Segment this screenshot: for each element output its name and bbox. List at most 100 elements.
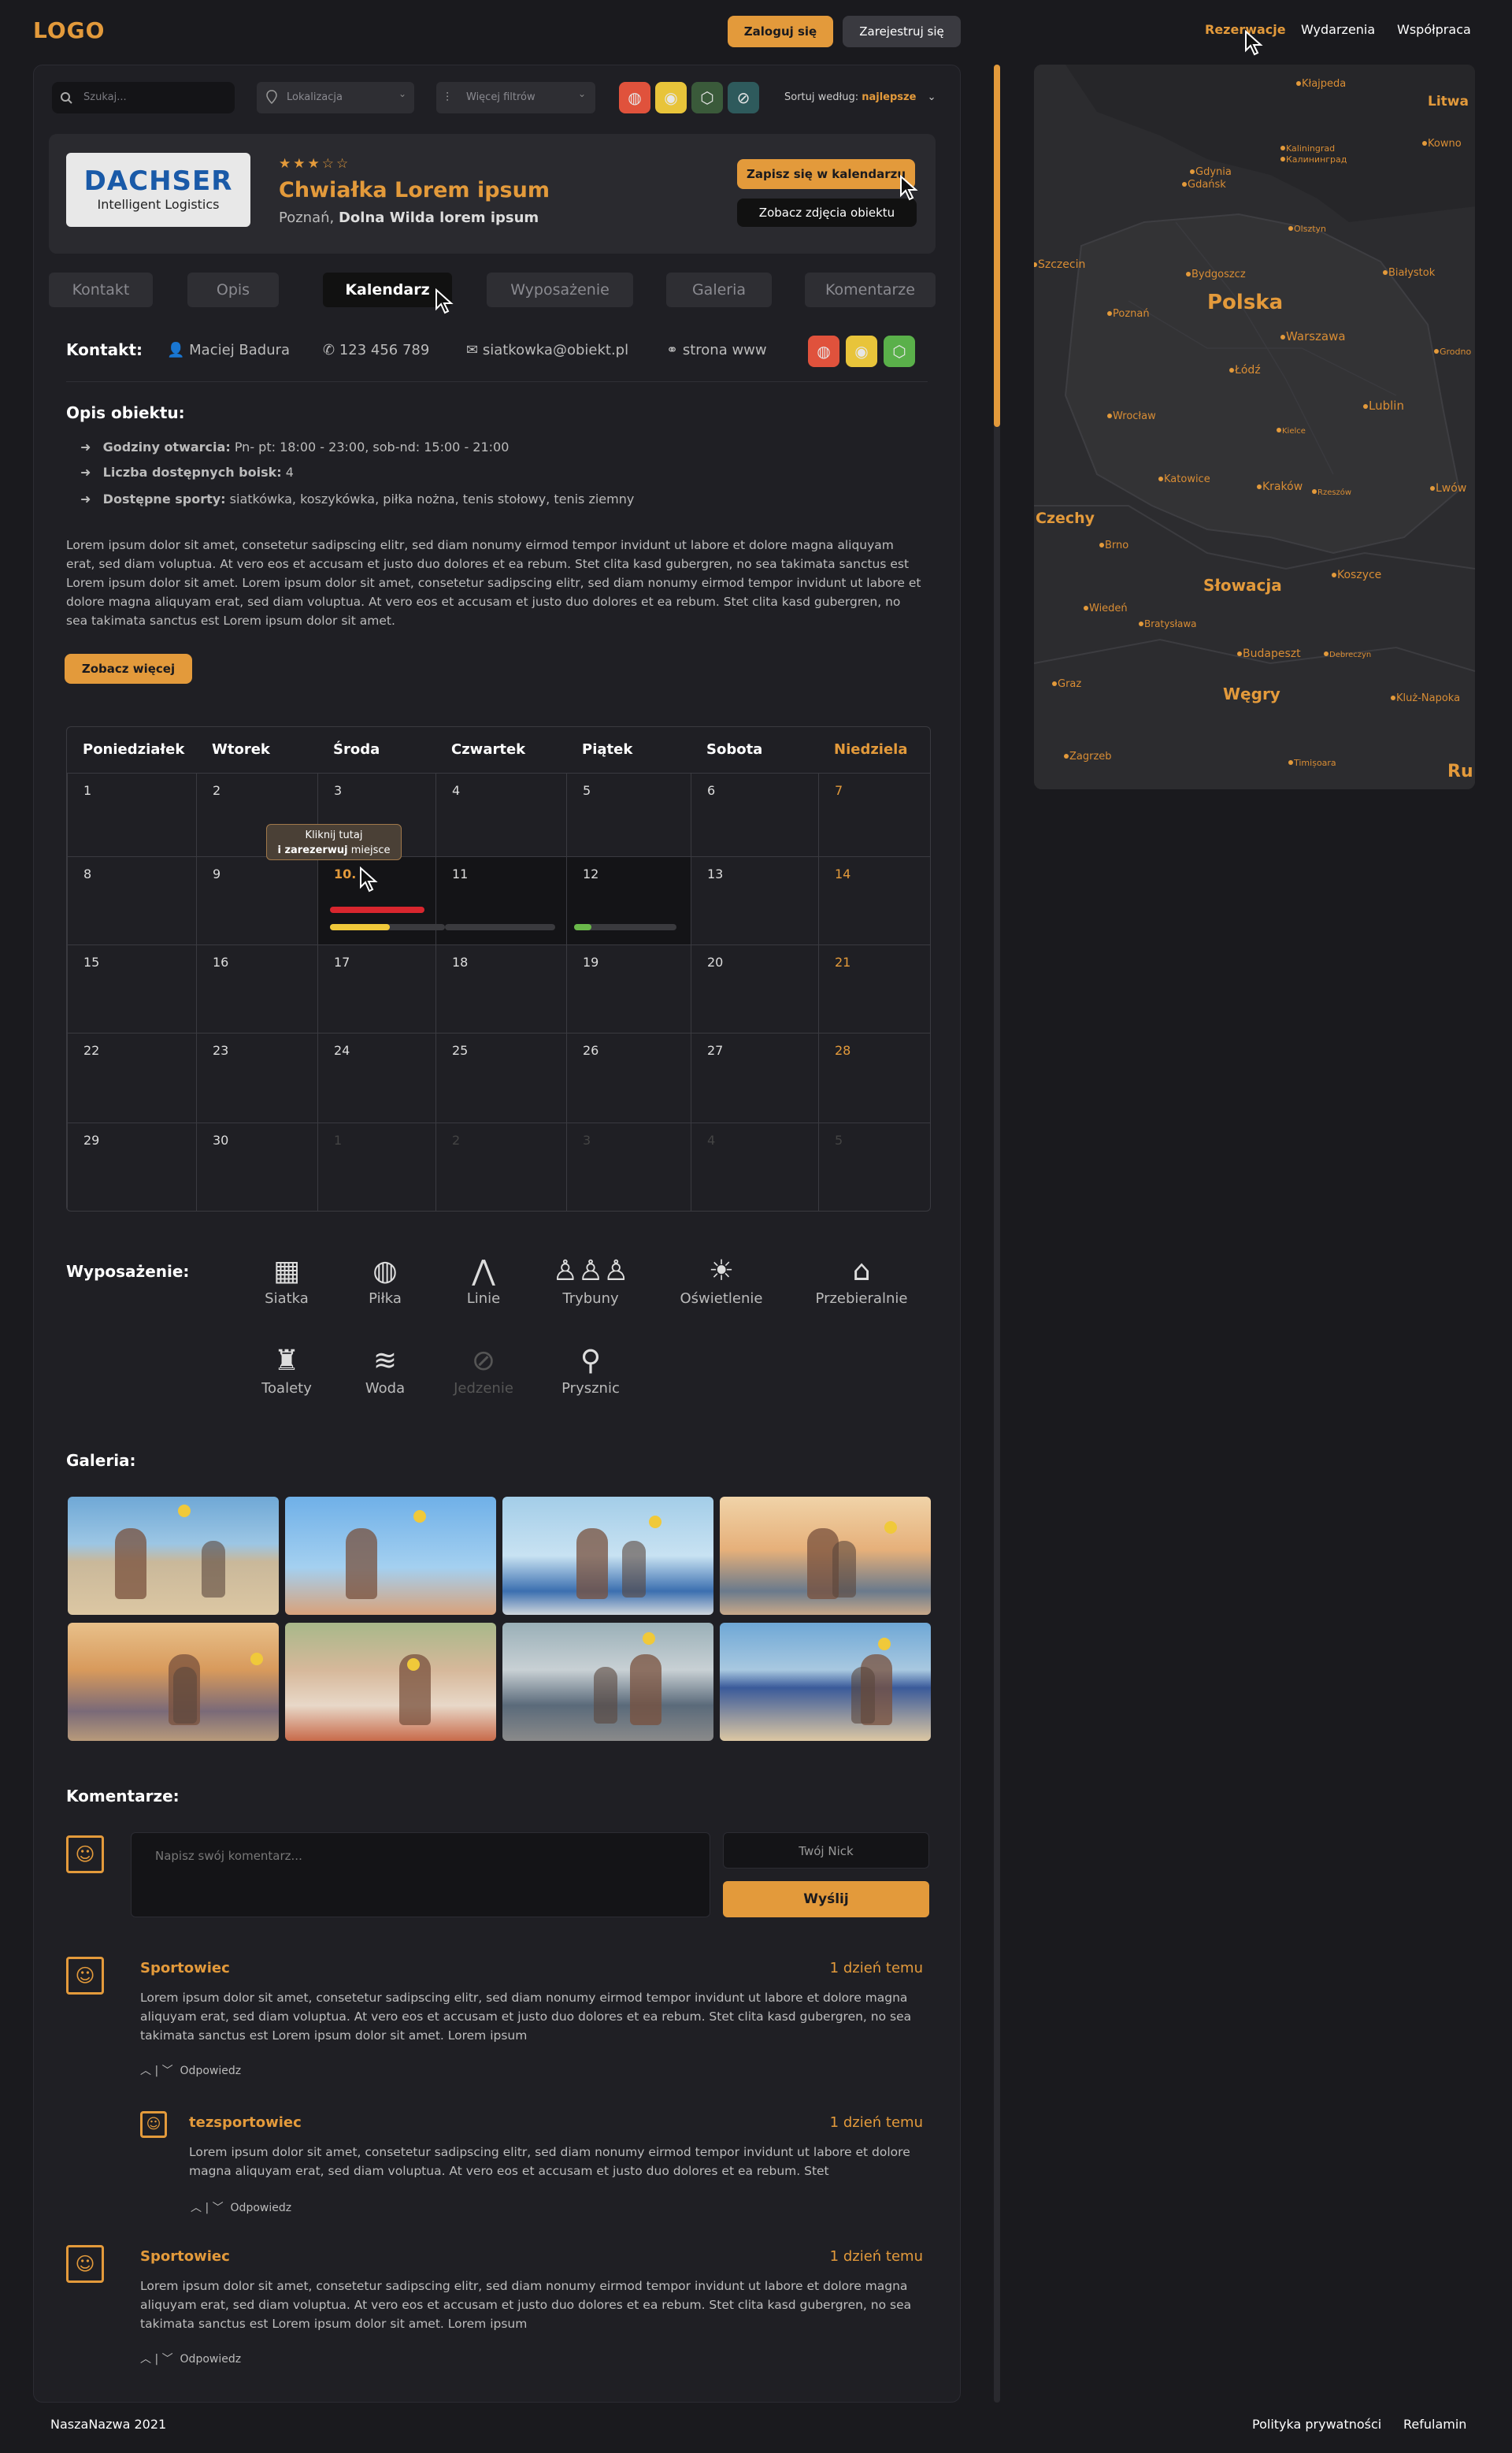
calendar-day[interactable]: 9 — [196, 856, 317, 944]
map-city-dot — [1139, 622, 1143, 626]
map-label: Budapeszt — [1243, 648, 1301, 660]
nick-input[interactable]: Twój Nick — [723, 1832, 929, 1869]
view-photos-button[interactable]: Zobacz zdjęcia obiektu — [737, 199, 917, 227]
sort-control[interactable]: Sortuj według: najlepsze ⌄ — [784, 82, 936, 113]
calendar-day[interactable]: 4 — [691, 1123, 818, 1211]
see-more-button[interactable]: Zobacz więcej — [65, 654, 192, 684]
calendar-day[interactable]: 12 — [566, 856, 691, 944]
equipment-item: ≋ Woda — [350, 1342, 421, 1397]
downvote-icon[interactable]: ﹀ — [162, 2065, 173, 2077]
tab-equipment[interactable]: Wyposażenie — [487, 273, 633, 307]
reply-link[interactable]: Odpowiedz — [231, 2202, 292, 2214]
nav-events[interactable]: Wydarzenia — [1301, 22, 1375, 37]
calendar-day[interactable]: 4 — [435, 773, 566, 856]
send-button[interactable]: Wyślij — [723, 1881, 929, 1917]
football-icon: ⬡ — [884, 336, 915, 367]
gallery-photo[interactable] — [285, 1623, 496, 1741]
register-button[interactable]: Zarejestruj się — [843, 16, 961, 47]
downvote-icon[interactable]: ﹀ — [213, 2202, 224, 2214]
gallery-photo[interactable] — [68, 1497, 279, 1615]
calendar-day[interactable]: 19 — [566, 944, 691, 1033]
logo-tagline: Intelligent Logistics — [97, 197, 220, 212]
calendar-day[interactable]: 3 — [566, 1123, 691, 1211]
gallery-photo[interactable] — [720, 1497, 931, 1615]
gallery-photo[interactable] — [502, 1497, 713, 1615]
tab-description[interactable]: Opis — [187, 273, 279, 307]
comment-actions: ︿ | ﹀ Odpowiedz — [191, 2202, 292, 2214]
calendar-day[interactable]: 14 — [818, 856, 930, 944]
calendar-day[interactable]: 5 — [566, 773, 691, 856]
comment-input[interactable]: Napisz swój komentarz... — [131, 1832, 710, 1917]
map[interactable]: Kłajpeda Litwa Kowno Kaliningrad Калининград… — [1034, 65, 1475, 789]
privacy-link[interactable]: Polityka prywatności — [1252, 2417, 1381, 2432]
tab-calendar[interactable]: Kalendarz — [323, 273, 452, 307]
calendar-day[interactable]: 1 — [317, 1123, 435, 1211]
comment-author[interactable]: Sportowiec — [140, 2248, 230, 2265]
calendar-day[interactable]: 16 — [196, 944, 317, 1033]
calendar-day[interactable]: 23 — [196, 1033, 317, 1123]
gallery-photo[interactable] — [68, 1623, 279, 1741]
gallery-photo[interactable] — [502, 1623, 713, 1741]
basketball-filter-icon[interactable]: ◍ — [619, 82, 650, 113]
calendar-day[interactable]: 29 — [67, 1123, 196, 1211]
search-input[interactable]: Szukaj... — [52, 82, 235, 113]
calendar-day[interactable]: 2 — [435, 1123, 566, 1211]
tab-contact[interactable]: Kontakt — [49, 273, 153, 307]
comment-author[interactable]: tezsportowiec — [189, 2114, 302, 2131]
calendar-day[interactable]: 26 — [566, 1033, 691, 1123]
tab-comments[interactable]: Komentarze — [805, 273, 936, 307]
logo[interactable]: LOGO — [33, 17, 105, 43]
contact-website[interactable]: ⚭ strona www — [666, 342, 767, 358]
player-figure — [832, 1541, 856, 1598]
calendar-day[interactable]: 27 — [691, 1033, 818, 1123]
map-canvas[interactable]: Kłajpeda Litwa Kowno KaliningradКалининград… — [1034, 65, 1475, 789]
user-icon: 👤 — [167, 342, 185, 358]
football-filter-icon[interactable]: ⬡ — [691, 82, 723, 113]
contact-phone[interactable]: ✆ 123 456 789 — [323, 342, 429, 358]
upvote-icon[interactable]: ︿ — [191, 2202, 202, 2214]
calendar-day[interactable]: 11 — [435, 856, 566, 944]
calendar-day[interactable]: 7 — [818, 773, 930, 856]
map-label: Kraków — [1262, 481, 1303, 493]
calendar-day[interactable]: 18 — [435, 944, 566, 1033]
facility-address: Poznań, Dolna Wilda lorem ipsum — [279, 210, 539, 226]
calendar-day[interactable]: 25 — [435, 1033, 566, 1123]
gallery-photo[interactable] — [720, 1623, 931, 1741]
calendar-day[interactable]: 20 — [691, 944, 818, 1033]
tennis-filter-icon[interactable]: ⊘ — [728, 82, 759, 113]
contact-email[interactable]: ✉ siatkowka@obiekt.pl — [466, 342, 628, 358]
map-label: Kaliningrad — [1286, 143, 1335, 154]
calendar-day[interactable]: 15 — [67, 944, 196, 1033]
player-figure — [202, 1541, 225, 1598]
comment-author[interactable]: Sportowiec — [140, 1960, 230, 1976]
calendar-day[interactable]: 22 — [67, 1033, 196, 1123]
gallery-photo[interactable] — [285, 1497, 496, 1615]
downvote-icon[interactable]: ﹀ — [162, 2353, 173, 2366]
calendar-day[interactable]: 24 — [317, 1033, 435, 1123]
calendar-day[interactable]: 21 — [818, 944, 930, 1033]
map-label: Timișoara — [1293, 758, 1336, 768]
calendar-day[interactable]: 5 — [818, 1123, 930, 1211]
volleyball-filter-icon[interactable]: ◉ — [655, 82, 687, 113]
calendar-day[interactable]: 6 — [691, 773, 818, 856]
calendar-day[interactable]: 13 — [691, 856, 818, 944]
terms-link[interactable]: Refulamin — [1403, 2417, 1466, 2432]
reply-link[interactable]: Odpowiedz — [180, 2353, 242, 2366]
calendar-day[interactable]: 17 — [317, 944, 435, 1033]
login-button[interactable]: Zaloguj się — [728, 16, 833, 47]
tab-gallery[interactable]: Galeria — [666, 273, 772, 307]
calendar-day[interactable]: 30 — [196, 1123, 317, 1211]
player-figure — [594, 1667, 617, 1724]
join-calendar-button[interactable]: Zapisz się w kalendarzu — [737, 159, 915, 189]
reply-link[interactable]: Odpowiedz — [180, 2065, 242, 2077]
scrollbar-thumb[interactable] — [994, 65, 1000, 427]
nav-cooperation[interactable]: Współpraca — [1397, 22, 1471, 37]
calendar-day[interactable]: 1 — [67, 773, 196, 856]
upvote-icon[interactable]: ︿ — [140, 2065, 151, 2077]
calendar-day[interactable]: 8 — [67, 856, 196, 944]
more-filters-dropdown[interactable]: Więcej filtrów — [436, 82, 595, 113]
location-dropdown[interactable]: Lokalizacja — [257, 82, 414, 113]
upvote-icon[interactable]: ︿ — [140, 2353, 151, 2366]
calendar-day[interactable]: 28 — [818, 1033, 930, 1123]
equipment-item: ◍ Piłka — [350, 1252, 421, 1307]
